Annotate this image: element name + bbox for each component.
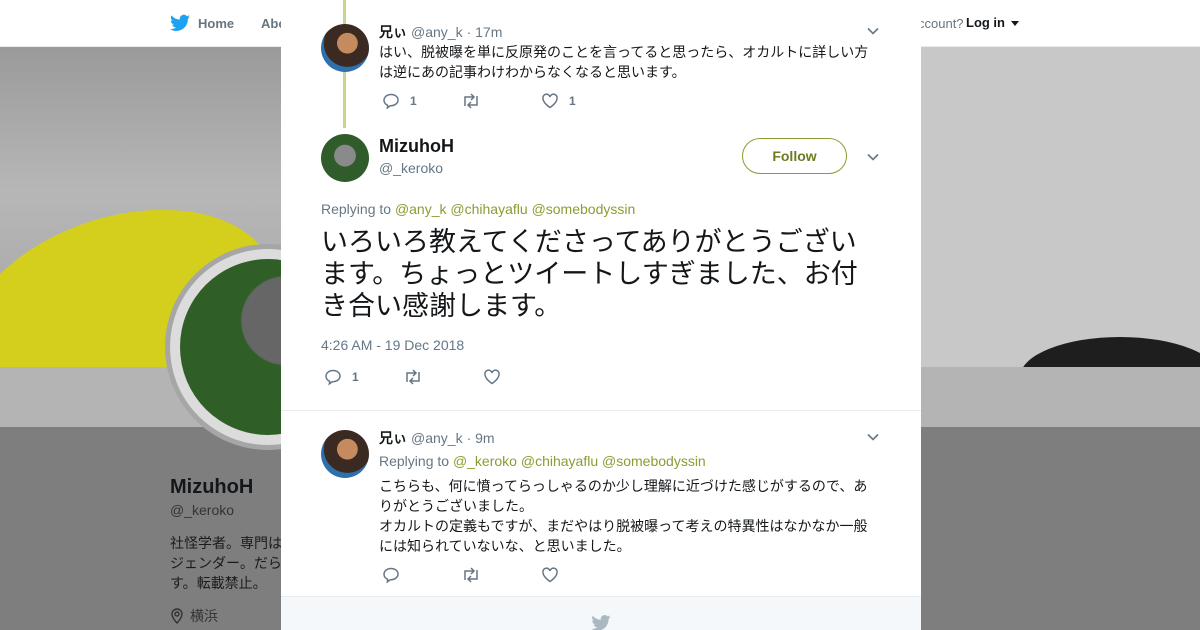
reply-icon — [325, 369, 341, 386]
tweet-timestamp[interactable]: 4:26 AM - 19 Dec 2018 — [321, 337, 464, 353]
reply-tweet-paragraph: オカルトの定義もですが、まだやはり脱被曝って考えの特異性はなかなか一般には知られ… — [379, 518, 868, 554]
tweet-time[interactable]: · 17m — [467, 24, 503, 40]
reply-icon — [383, 93, 399, 110]
chevron-down-icon[interactable] — [866, 150, 880, 164]
like-button[interactable] — [483, 368, 511, 386]
like-count: 1 — [569, 94, 576, 108]
tweet-author-name[interactable]: 兄ぃ — [379, 428, 407, 448]
replying-to-label: Replying to — [321, 201, 392, 217]
mention-link[interactable]: @chihayaflu — [450, 201, 527, 217]
like-icon — [542, 93, 558, 109]
profile-handle[interactable]: @_keroko — [170, 502, 234, 518]
like-icon — [484, 369, 500, 385]
like-button[interactable] — [541, 566, 569, 584]
parent-tweet-actions: 1 1 — [382, 92, 576, 110]
nav-home-label: Home — [198, 15, 235, 31]
close-icon[interactable] — [1152, 10, 1180, 38]
tweet-author-name[interactable]: 兄ぃ — [379, 22, 407, 42]
nav-home[interactable]: Home — [170, 14, 234, 32]
reply-icon — [383, 567, 399, 584]
caret-down-icon — [1010, 21, 1019, 26]
like-button[interactable]: 1 — [541, 92, 576, 110]
retweet-button[interactable] — [461, 92, 541, 110]
mention-link[interactable]: @_keroko — [453, 453, 517, 469]
tweet-author-handle[interactable]: @any_k — [411, 24, 463, 40]
replying-to-label: Replying to — [379, 453, 450, 469]
parent-tweet-text: はい、脱被曝を単に反原発のことを言ってると思ったら、オカルトに詳しい方は逆にあの… — [379, 44, 869, 80]
retweet-button[interactable] — [403, 368, 483, 386]
login-link[interactable]: Log in — [966, 15, 1019, 30]
chevron-down-icon[interactable] — [866, 430, 880, 444]
retweet-icon — [464, 93, 478, 109]
retweet-icon — [406, 369, 420, 385]
tweet-time[interactable]: · 9m — [467, 430, 495, 446]
chevron-down-icon[interactable] — [866, 24, 880, 38]
twitter-bird-icon — [591, 615, 611, 630]
main-tweet-actions: 1 — [324, 368, 511, 386]
modal-footer — [281, 596, 921, 630]
mention-link[interactable]: @any_k — [395, 201, 447, 217]
reply-tweet-actions — [382, 566, 569, 584]
reply-tweet-header: 兄ぃ @any_k · 9m — [379, 428, 495, 448]
reply-button[interactable]: 1 — [324, 368, 403, 386]
avatar[interactable] — [321, 24, 369, 72]
parent-tweet-header: 兄ぃ @any_k · 17m — [379, 22, 502, 42]
main-tweet-author-name[interactable]: MizuhoH — [379, 136, 454, 157]
main-tweet-author-handle[interactable]: @_keroko — [379, 160, 443, 176]
avatar[interactable] — [321, 430, 369, 478]
follow-button[interactable]: Follow — [742, 138, 847, 174]
mention-link[interactable]: @chihayaflu — [521, 453, 598, 469]
login-label: Log in — [966, 15, 1005, 30]
reply-count: 1 — [410, 94, 417, 108]
have-account-text: ccount? — [918, 16, 964, 31]
reply-button[interactable]: 1 — [382, 92, 461, 110]
mention-link[interactable]: @somebodyssin — [602, 453, 706, 469]
retweet-button[interactable] — [461, 566, 541, 584]
profile-location: 横浜 — [170, 606, 218, 626]
profile-name[interactable]: MizuhoH — [170, 476, 253, 499]
profile-location-label: 横浜 — [190, 608, 218, 624]
banner-wall — [880, 47, 1200, 367]
twitter-bird-icon — [170, 14, 190, 31]
avatar[interactable] — [321, 134, 369, 182]
main-tweet-text: いろいろ教えてくださってありがとうございます。ちょっとツイートしすぎました、お付… — [321, 227, 858, 321]
like-icon — [542, 567, 558, 583]
mention-link[interactable]: @somebodyssin — [532, 201, 636, 217]
retweet-icon — [464, 567, 478, 583]
replying-to: Replying to @any_k @chihayaflu @somebody… — [321, 201, 635, 217]
reply-tweet-paragraph: こちらも、何に憤ってらっしゃるのか少し理解に近づけた感じがするので、ありがとうご… — [379, 478, 868, 514]
reply-count: 1 — [352, 370, 359, 384]
reply-tweet-text: こちらも、何に憤ってらっしゃるのか少し理解に近づけた感じがするので、ありがとうご… — [379, 476, 873, 556]
reply-button[interactable] — [382, 566, 461, 584]
divider — [281, 410, 921, 411]
location-pin-icon — [171, 608, 183, 624]
profile-bio: 社怪学者。専門はジェンダー。だらす。転載禁止。 — [170, 535, 282, 591]
tweet-modal: 兄ぃ @any_k · 17m はい、脱被曝を単に反原発のことを言ってると思った… — [281, 0, 921, 630]
tweet-author-handle[interactable]: @any_k — [411, 430, 463, 446]
replying-to: Replying to @_keroko @chihayaflu @somebo… — [379, 453, 706, 469]
